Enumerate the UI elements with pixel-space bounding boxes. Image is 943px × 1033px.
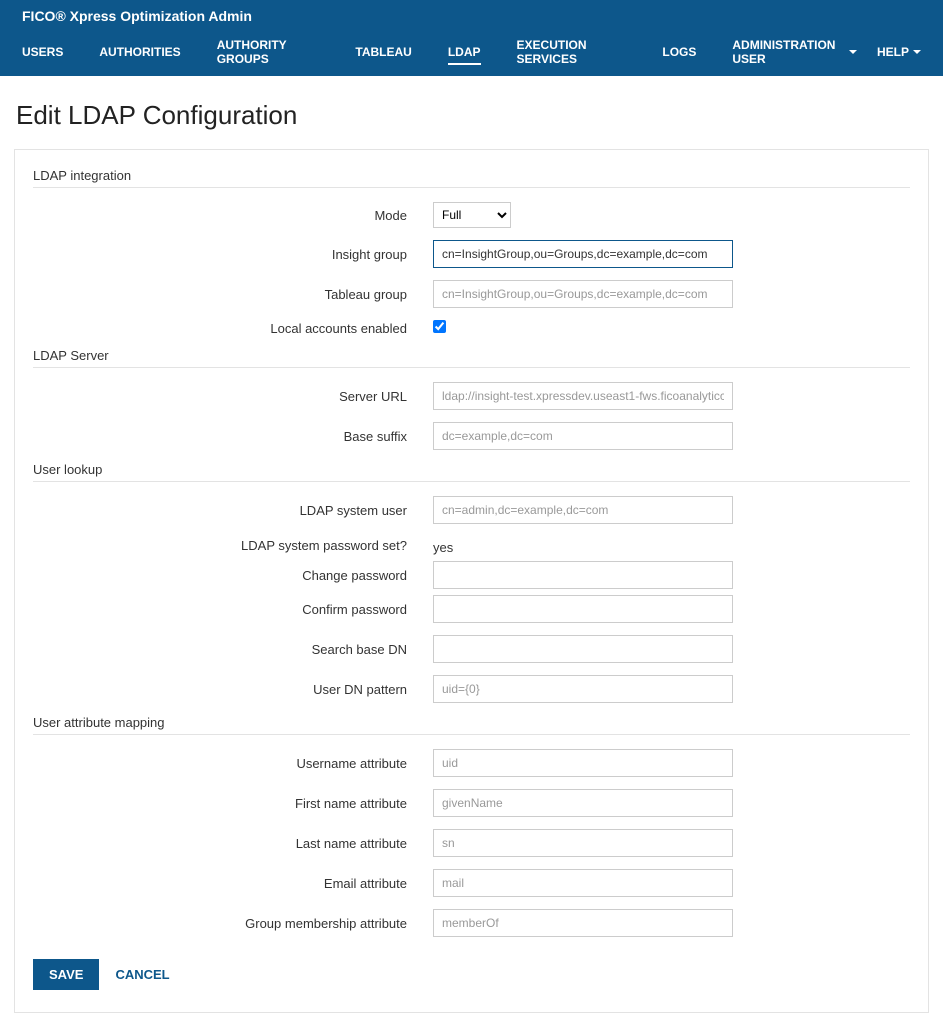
base-suffix-label: Base suffix	[33, 429, 433, 444]
server-url-input[interactable]	[433, 382, 733, 410]
section-header-lookup: User lookup	[33, 462, 910, 482]
tableau-group-input[interactable]	[433, 280, 733, 308]
user-dn-pattern-input[interactable]	[433, 675, 733, 703]
change-password-label: Change password	[33, 568, 433, 583]
nav-row: USERS AUTHORITIES AUTHORITY GROUPS TABLE…	[22, 30, 921, 76]
confirm-password-label: Confirm password	[33, 602, 433, 617]
user-dn-pattern-label: User DN pattern	[33, 682, 433, 697]
admin-user-menu[interactable]: ADMINISTRATION USER	[732, 30, 857, 76]
last-name-attr-input[interactable]	[433, 829, 733, 857]
base-suffix-input[interactable]	[433, 422, 733, 450]
username-attr-label: Username attribute	[33, 756, 433, 771]
tab-tableau[interactable]: TABLEAU	[355, 37, 411, 69]
section-header-mapping: User attribute mapping	[33, 715, 910, 735]
button-row: SAVE CANCEL	[33, 959, 910, 990]
first-name-attr-label: First name attribute	[33, 796, 433, 811]
section-header-integration: LDAP integration	[33, 168, 910, 188]
tab-users[interactable]: USERS	[22, 37, 63, 69]
username-attr-input[interactable]	[433, 749, 733, 777]
email-attr-label: Email attribute	[33, 876, 433, 891]
confirm-password-input[interactable]	[433, 595, 733, 623]
chevron-down-icon	[849, 50, 857, 54]
mode-label: Mode	[33, 208, 433, 223]
last-name-attr-label: Last name attribute	[33, 836, 433, 851]
top-header: FICO® Xpress Optimization Admin USERS AU…	[0, 0, 943, 76]
form-panel: LDAP integration Mode Full Insight group…	[14, 149, 929, 1013]
tab-authority-groups[interactable]: AUTHORITY GROUPS	[217, 30, 320, 76]
password-set-label: LDAP system password set?	[33, 538, 433, 553]
app-title: FICO® Xpress Optimization Admin	[22, 8, 921, 30]
insight-group-input[interactable]	[433, 240, 733, 268]
local-accounts-label: Local accounts enabled	[33, 321, 433, 336]
change-password-input[interactable]	[433, 561, 733, 589]
password-set-value: yes	[433, 536, 733, 555]
save-button[interactable]: SAVE	[33, 959, 99, 990]
page-body: Edit LDAP Configuration LDAP integration…	[0, 76, 943, 1033]
search-base-dn-label: Search base DN	[33, 642, 433, 657]
tab-execution-services[interactable]: EXECUTION SERVICES	[517, 30, 627, 76]
chevron-down-icon	[913, 50, 921, 54]
section-header-server: LDAP Server	[33, 348, 910, 368]
tab-ldap[interactable]: LDAP	[448, 37, 481, 69]
cancel-button[interactable]: CANCEL	[115, 967, 169, 982]
tab-logs[interactable]: LOGS	[662, 37, 696, 69]
tableau-group-label: Tableau group	[33, 287, 433, 302]
group-membership-attr-label: Group membership attribute	[33, 916, 433, 931]
system-user-label: LDAP system user	[33, 503, 433, 518]
email-attr-input[interactable]	[433, 869, 733, 897]
group-membership-attr-input[interactable]	[433, 909, 733, 937]
help-label: HELP	[877, 45, 909, 59]
page-title: Edit LDAP Configuration	[16, 100, 929, 131]
server-url-label: Server URL	[33, 389, 433, 404]
admin-user-label: ADMINISTRATION USER	[732, 38, 845, 66]
search-base-dn-input[interactable]	[433, 635, 733, 663]
system-user-input[interactable]	[433, 496, 733, 524]
first-name-attr-input[interactable]	[433, 789, 733, 817]
help-menu[interactable]: HELP	[877, 37, 921, 69]
mode-select[interactable]: Full	[433, 202, 511, 228]
local-accounts-checkbox[interactable]	[433, 320, 446, 333]
tab-authorities[interactable]: AUTHORITIES	[99, 37, 180, 69]
insight-group-label: Insight group	[33, 247, 433, 262]
